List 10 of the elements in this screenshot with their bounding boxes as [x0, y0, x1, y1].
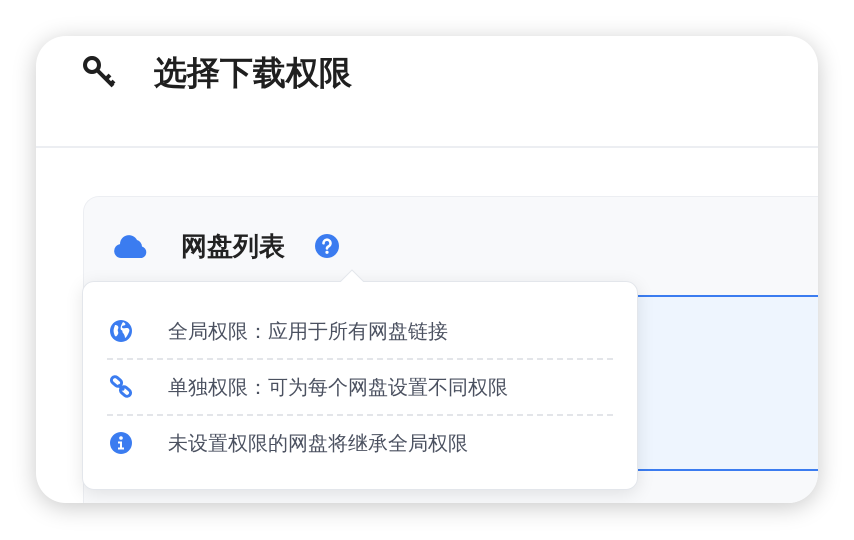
tooltip-text: 单独权限：可为每个网盘设置不同权限: [168, 374, 508, 400]
link-icon: [109, 375, 133, 399]
info-icon: [109, 431, 133, 455]
cloud-icon: [113, 233, 149, 259]
help-icon: [315, 234, 339, 258]
panel-title: 网盘列表: [181, 230, 285, 264]
tooltip-text: 未设置权限的网盘将继承全局权限: [168, 430, 468, 456]
dialog-title: 选择下载权限: [154, 52, 352, 94]
globe-icon: [109, 319, 133, 343]
tooltip-text: 全局权限：应用于所有网盘链接: [168, 318, 448, 344]
